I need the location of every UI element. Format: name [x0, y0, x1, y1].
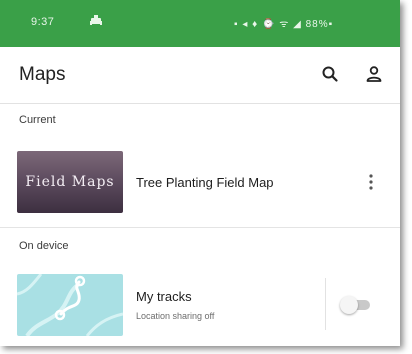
divider	[0, 227, 400, 228]
section-label-current: Current	[19, 114, 56, 126]
map-thumbnail: Field Maps	[17, 151, 123, 213]
tracks-title: My tracks	[136, 289, 192, 304]
location-sharing-toggle[interactable]	[340, 296, 372, 314]
status-bar: 9:37 ▪ ◂ ♦ ⌚ ᯤ ◢ 88%▪	[0, 0, 400, 47]
app-bar: Maps	[0, 47, 400, 104]
section-label-on-device: On device	[19, 240, 69, 252]
map-row-tree-planting[interactable]: Field Maps Tree Planting Field Map	[0, 137, 400, 227]
status-time: 9:37	[31, 16, 55, 28]
page-title: Maps	[19, 64, 66, 85]
toggle-thumb	[340, 296, 358, 314]
tracks-thumbnail	[17, 274, 123, 336]
my-tracks-row[interactable]: My tracks Location sharing off	[0, 262, 400, 346]
status-icons: ▪ ◂ ♦ ⌚ ᯤ ◢ 88%▪	[234, 19, 334, 30]
toggle-separator	[325, 278, 326, 330]
tracks-subtitle: Location sharing off	[136, 311, 215, 321]
account-icon[interactable]	[361, 61, 387, 87]
more-vert-icon[interactable]	[364, 170, 378, 194]
app-notification-icon	[89, 13, 103, 27]
search-icon[interactable]	[317, 61, 343, 87]
app-window: 9:37 ▪ ◂ ♦ ⌚ ᯤ ◢ 88%▪ Maps Current Field…	[0, 0, 400, 346]
map-title: Tree Planting Field Map	[136, 175, 274, 190]
